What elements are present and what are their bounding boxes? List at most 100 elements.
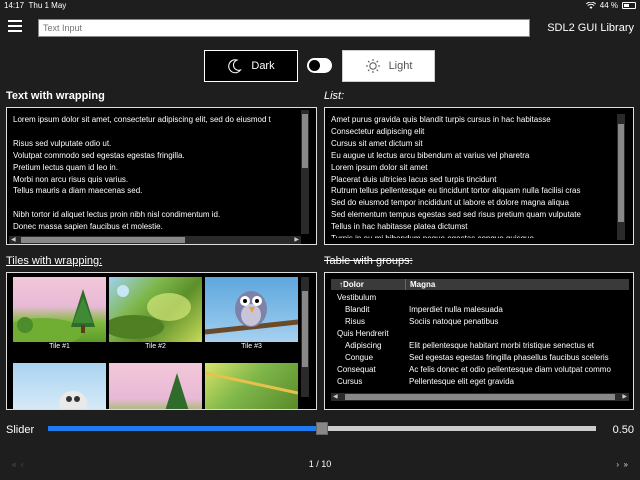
tile-caption: Tile #2 (109, 342, 202, 352)
list-item[interactable]: Consectetur adipiscing elit (331, 126, 613, 138)
column-header-magna[interactable]: Magna (405, 279, 435, 290)
table-row[interactable]: Risus Sociis natoque penatibus (331, 316, 629, 328)
list-item[interactable]: Tellus in hac habitasse platea dictumst (331, 221, 613, 233)
light-theme-button[interactable]: Light (342, 50, 435, 82)
slider-fill (48, 426, 322, 431)
tile-image (13, 277, 106, 342)
status-clock: 14:17 (4, 1, 25, 10)
column-header-dolor[interactable]: ↑Dolor (331, 279, 401, 290)
dark-theme-button[interactable]: Dark (204, 50, 298, 82)
list-item[interactable]: Amet purus gravida quis blandit turpis c… (331, 114, 613, 126)
tile[interactable] (109, 363, 202, 409)
list-item[interactable]: Eu augue ut lectus arcu bibendum at vari… (331, 150, 613, 162)
table: ↑Dolor Magna Vestibulum Blandit Imperdiet … (331, 279, 629, 389)
scroll-left-icon[interactable]: ◀ (333, 393, 338, 401)
table-cell: Pellentesque elit eget gravida (409, 377, 514, 386)
tile[interactable] (13, 363, 106, 409)
scroll-right-icon[interactable]: ▶ (622, 393, 627, 401)
scroll-thumb[interactable] (302, 114, 308, 168)
tile[interactable]: Tile #3 (205, 277, 298, 352)
table-cell: Elit pellentesque habitant morbi tristiq… (409, 341, 594, 350)
text-wrap-content: Lorem ipsum dolor sit amet, consectetur … (13, 114, 301, 232)
text-wrap-hscrollbar[interactable]: ◀ ▶ (9, 236, 301, 244)
battery-percent: 44 % (599, 1, 618, 10)
text-line: Pretium lectus quam id leo in. (13, 162, 118, 172)
list-item[interactable]: Sed do eiusmod tempor incididunt ut labo… (331, 197, 613, 209)
table-hscrollbar[interactable]: ◀ ▶ (331, 393, 629, 401)
text-line: Donec massa sapien faucibus et molestie. (13, 222, 163, 232)
scroll-thumb[interactable] (345, 394, 615, 400)
moon-icon (228, 59, 243, 74)
slider[interactable] (48, 422, 596, 435)
tiles-panel[interactable]: Tile #1 Tile #2 Tile #3 (6, 272, 317, 410)
text-input[interactable] (38, 19, 530, 37)
table-cell: Blandit (345, 305, 370, 314)
text-line: Morbi non arcu risus quis varius. (13, 174, 129, 184)
tile-image (205, 277, 298, 342)
text-wrap-panel[interactable]: Lorem ipsum dolor sit amet, consectetur … (6, 107, 317, 245)
table-row[interactable]: Blandit Imperdiet nulla malesuada (331, 304, 629, 316)
list-title: List: (324, 90, 345, 102)
page-indicator: 1 / 10 (308, 459, 332, 469)
scroll-left-icon[interactable]: ◀ (11, 236, 16, 244)
table-row[interactable]: Consequat Ac felis donec et odio pellente… (331, 364, 629, 376)
list-content: Amet purus gravida quis blandit turpis c… (331, 114, 613, 238)
wifi-icon (585, 1, 596, 9)
app-title: SDL2 GUI Library (547, 22, 634, 34)
table-title: Table with groups: (324, 255, 413, 267)
last-page-button[interactable]: » (624, 460, 628, 469)
table-cell: Imperdiet nulla malesuada (409, 305, 503, 314)
slider-thumb[interactable] (316, 422, 328, 435)
pager-next-controls: › » (616, 460, 628, 469)
scroll-thumb[interactable] (21, 237, 185, 243)
scroll-thumb[interactable] (302, 291, 308, 367)
text-wrap-vscrollbar[interactable] (301, 110, 309, 234)
tile-image (205, 363, 298, 409)
battery-icon (622, 2, 636, 9)
table-row[interactable]: Adipiscing Elit pellentesque habitant mor… (331, 340, 629, 352)
tile[interactable]: Tile #1 (13, 277, 106, 352)
table-cell: Vestibulum (337, 293, 377, 302)
slider-value: 0.50 (612, 424, 634, 436)
tile-image (13, 363, 106, 409)
list-vscrollbar[interactable] (617, 114, 625, 240)
list-item[interactable]: Rutrum tellus pellentesque eu tincidunt … (331, 185, 613, 197)
menu-icon[interactable] (8, 20, 22, 32)
table-cell: Ac felis donec et odio pellentesque diam… (409, 365, 611, 374)
theme-toggle[interactable] (307, 58, 332, 73)
table-cell: Adipiscing (345, 341, 382, 350)
list-panel[interactable]: Amet purus gravida quis blandit turpis c… (324, 107, 634, 245)
scroll-thumb[interactable] (618, 124, 624, 222)
status-right: 44 % (585, 1, 636, 10)
table-row[interactable]: Congue Sed egestas egestas fringilla phas… (331, 352, 629, 364)
status-date: Thu 1 May (28, 1, 67, 10)
tile[interactable] (205, 363, 298, 409)
tiles-vscrollbar[interactable] (301, 277, 309, 397)
table-cell: Sociis natoque penatibus (409, 317, 499, 326)
next-page-button[interactable]: › (616, 460, 619, 469)
table-row[interactable]: Quis Hendrerit (331, 328, 629, 340)
table-cell: Risus (345, 317, 366, 326)
text-line: Risus sed vulputate odio ut. (13, 138, 112, 148)
light-theme-label: Light (388, 60, 413, 72)
list-item[interactable]: Placerat duis ultricies lacus sed turpis… (331, 174, 613, 186)
list-item[interactable]: Sed elementum tempus egestas sed sed ris… (331, 209, 613, 221)
scroll-right-icon[interactable]: ▶ (294, 236, 299, 244)
tiles-title: Tiles with wrapping: (6, 255, 103, 267)
text-wrap-title: Text with wrapping (6, 90, 105, 102)
tile-image (109, 277, 202, 342)
status-time: 14:17 Thu 1 May (4, 1, 66, 10)
table-panel[interactable]: ↑Dolor Magna Vestibulum Blandit Imperdiet … (324, 272, 634, 410)
list-item[interactable]: Turpis in eu mi bibendum neque egestas c… (331, 233, 613, 238)
list-item[interactable]: Lorem ipsum dolor sit amet (331, 162, 613, 174)
table-row[interactable]: Vestibulum (331, 292, 629, 304)
list-item[interactable]: Cursus sit amet dictum sit (331, 138, 613, 150)
table-cell: Quis Hendrerit (337, 329, 389, 338)
table-cell: Cursus (337, 377, 363, 386)
table-row[interactable]: Cursus Pellentesque elit eget gravida (331, 376, 629, 388)
tile-caption: Tile #1 (13, 342, 106, 352)
tile-caption: Tile #3 (205, 342, 298, 352)
tile[interactable]: Tile #2 (109, 277, 202, 352)
text-line: Tellus mauris a diam maecenas sed. (13, 186, 143, 196)
dark-theme-label: Dark (251, 60, 275, 72)
